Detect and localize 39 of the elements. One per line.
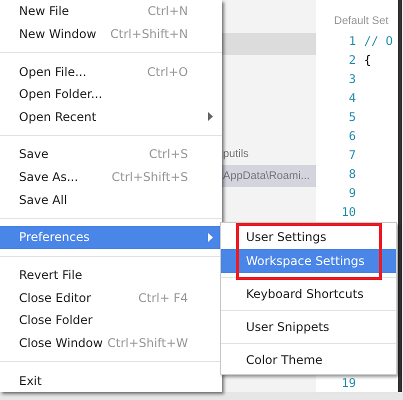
menu-item[interactable]: Open Folder... [0,82,222,106]
menu-item[interactable]: Save All [0,188,222,212]
menu-item[interactable]: Workspace Settings [221,249,396,273]
menu-item[interactable]: Open File... Ctrl+O [0,60,222,83]
code-text: // O [364,34,393,48]
shortcut-text: Ctrl+O [147,64,188,79]
menu-item[interactable]: Keyboard Shortcuts [221,282,396,306]
code-text: { [364,53,372,68]
menu-item[interactable]: Save Ctrl+S [0,143,222,166]
menu-item[interactable]: Close Folder [0,308,222,332]
menu-item[interactable]: Preferences [0,226,222,249]
menu-item[interactable]: Exit [0,369,222,392]
line-number: 5 [348,110,356,124]
menu-item[interactable]: Save As... Ctrl+Shift+S [0,166,222,188]
shortcut-text: Ctrl+S [148,147,188,162]
line-number: 3 [348,72,356,86]
menu-item[interactable]: Revert File [0,264,222,286]
menu-item[interactable]: New Window Ctrl+Shift+N [0,22,222,46]
menu-item[interactable]: User Snippets [221,315,396,339]
line-number: 10 [340,204,356,219]
sidebar-item-text: putils [223,148,249,160]
line-number: 2 [348,53,356,68]
line-number: 1 [348,34,356,48]
shortcut-text: Ctrl+ F4 [138,290,188,305]
menu-item[interactable]: Close Window Ctrl+Shift+W [0,332,222,354]
line-number: 9 [348,186,356,200]
line-number: 7 [348,148,356,162]
shortcut-text: Ctrl+N [148,4,188,18]
line-number: 6 [348,128,356,143]
menu-item[interactable]: Close Editor Ctrl+ F4 [0,286,222,309]
line-number: 4 [348,91,356,106]
menu-item[interactable]: New File Ctrl+N [0,0,222,23]
menu-item[interactable]: Color Theme [221,348,396,372]
shortcut-text: Ctrl+Shift+W [107,336,188,350]
shortcut-text: Ctrl+Shift+S [112,170,188,184]
line-number: 19 [340,376,356,390]
shortcut-text: Ctrl+Shift+N [110,26,188,41]
line-number: 8 [348,166,356,181]
menu-item[interactable]: Open Recent [0,106,222,128]
